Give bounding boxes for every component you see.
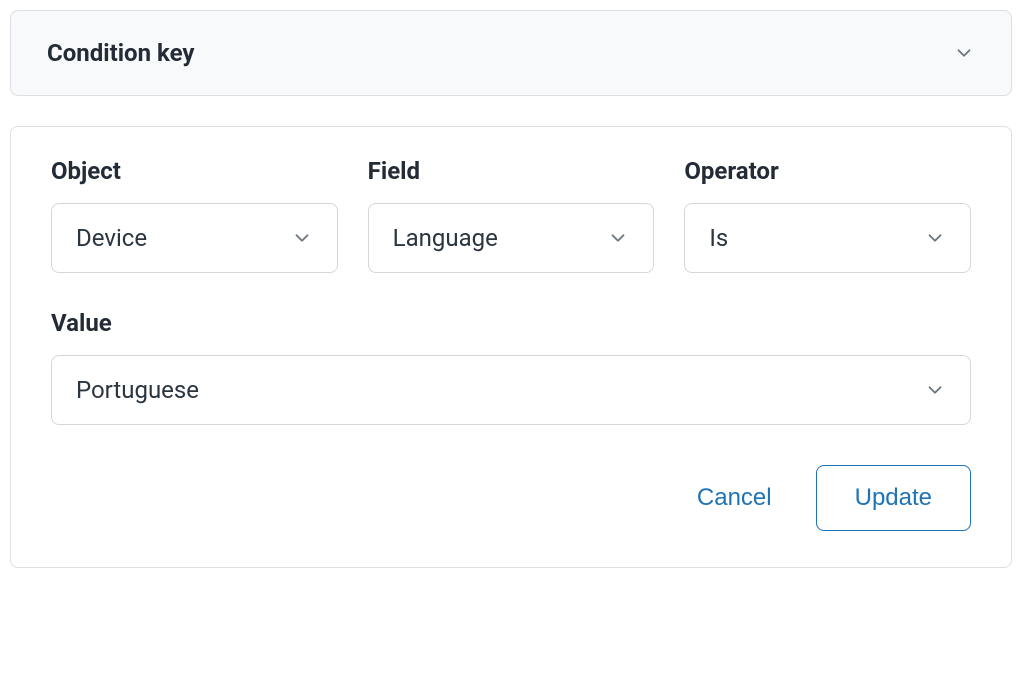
condition-editor-panel: Object Device Field Language bbox=[10, 126, 1012, 568]
cancel-button[interactable]: Cancel bbox=[689, 466, 780, 530]
operator-select-value: Is bbox=[709, 224, 728, 252]
object-label: Object bbox=[51, 157, 338, 185]
chevron-down-icon bbox=[291, 227, 313, 249]
update-button[interactable]: Update bbox=[816, 465, 971, 531]
value-select[interactable]: Portuguese bbox=[51, 355, 971, 425]
condition-key-accordion-header[interactable]: Condition key bbox=[10, 10, 1012, 96]
operator-label: Operator bbox=[684, 157, 971, 185]
chevron-down-icon bbox=[953, 42, 975, 64]
object-select[interactable]: Device bbox=[51, 203, 338, 273]
operator-select[interactable]: Is bbox=[684, 203, 971, 273]
operator-field-group: Operator Is bbox=[684, 157, 971, 273]
field-select[interactable]: Language bbox=[368, 203, 655, 273]
object-field-group: Object Device bbox=[51, 157, 338, 273]
field-label: Field bbox=[368, 157, 655, 185]
chevron-down-icon bbox=[924, 227, 946, 249]
object-select-value: Device bbox=[76, 224, 147, 252]
value-label: Value bbox=[51, 309, 971, 337]
field-select-value: Language bbox=[393, 224, 498, 252]
chevron-down-icon bbox=[607, 227, 629, 249]
accordion-title: Condition key bbox=[47, 39, 194, 67]
field-field-group: Field Language bbox=[368, 157, 655, 273]
value-field-group: Value Portuguese bbox=[51, 309, 971, 425]
chevron-down-icon bbox=[924, 379, 946, 401]
value-select-value: Portuguese bbox=[76, 376, 199, 404]
actions-row: Cancel Update bbox=[51, 465, 971, 531]
